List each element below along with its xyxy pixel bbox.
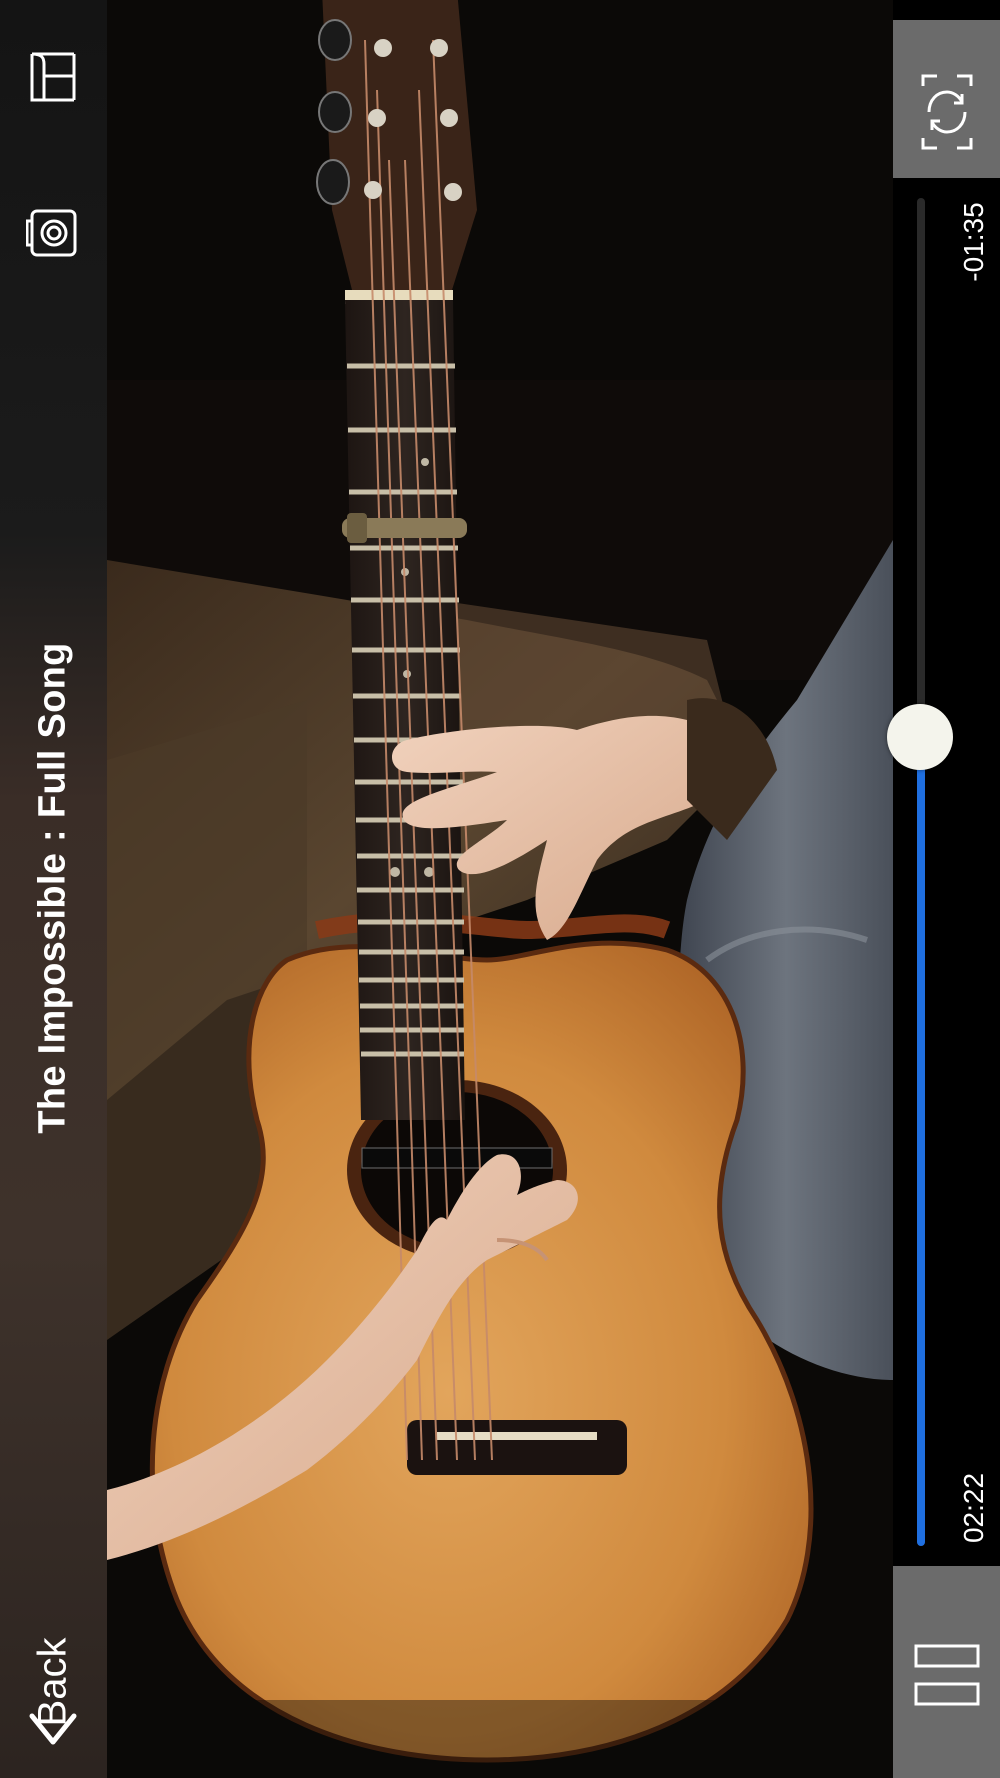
video-title: The Impossible : Full Song — [31, 642, 74, 1134]
pause-button[interactable] — [893, 1566, 1000, 1778]
time-remaining: -01:35 — [958, 202, 989, 282]
rotate-screen-icon — [921, 74, 973, 150]
video-frame[interactable] — [107, 0, 893, 1778]
pause-icon — [914, 1644, 980, 1706]
book-icon[interactable] — [26, 50, 81, 105]
progress-thumb[interactable] — [887, 704, 953, 770]
time-elapsed: 02:22 — [958, 1472, 989, 1544]
left-control-bar: The Impossible : Full Song Back — [0, 0, 107, 1778]
chevron-left-icon[interactable] — [28, 1710, 78, 1750]
camera-icon[interactable] — [26, 205, 81, 261]
rotate-screen-button[interactable] — [893, 20, 1000, 178]
progress-fill — [917, 737, 925, 1546]
